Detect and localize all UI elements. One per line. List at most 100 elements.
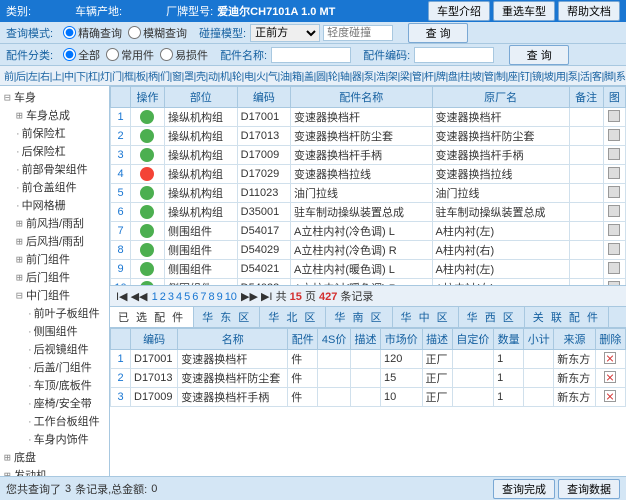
tree-node[interactable]: ·中网格栅 (2, 196, 107, 214)
col-header[interactable]: 来源 (554, 329, 596, 350)
page-number[interactable]: 8 (208, 291, 214, 303)
col-header[interactable]: 描述 (422, 329, 452, 350)
table-row[interactable]: 8侧围组件D54029A立柱内衬(冷色调) RA柱内衬(右) (111, 241, 626, 260)
page-number[interactable]: 4 (176, 291, 182, 303)
delete-icon[interactable] (604, 371, 616, 383)
image-icon[interactable] (608, 224, 620, 236)
tree-node[interactable]: ·车顶/底板件 (2, 376, 107, 394)
tree-node[interactable]: ·前仓盖组件 (2, 178, 107, 196)
col-header[interactable]: 部位 (164, 87, 237, 108)
tree-node[interactable]: ·前部骨架组件 (2, 160, 107, 178)
tag-filter-bar[interactable]: 前|后|左|右|上|中|下|杠|灯|门|框|板|柄|们|窗|罩|壳|动|机|轮|… (0, 66, 626, 86)
delete-icon[interactable] (604, 352, 616, 364)
btn-complete[interactable]: 查询完成 (493, 479, 555, 499)
tree-node[interactable]: ⊞后风挡/雨刮 (2, 232, 107, 250)
status-icon[interactable] (140, 129, 154, 143)
btn-intro[interactable]: 车型介绍 (428, 1, 490, 21)
status-icon[interactable] (140, 205, 154, 219)
tree-node[interactable]: ⊟车身 (2, 88, 107, 106)
image-icon[interactable] (608, 243, 620, 255)
col-header[interactable]: 删除 (595, 329, 625, 350)
category-tree[interactable]: ⊟车身⊞车身总成·前保险杠·后保险杠·前部骨架组件·前仓盖组件·中网格栅⊞前风挡… (0, 86, 110, 476)
col-header[interactable]: 自定价 (452, 329, 494, 350)
table-row[interactable]: 2操纵机构组D17013变速器换档杆防尘套变速器换挡杆防尘套 (111, 127, 626, 146)
image-icon[interactable] (608, 129, 620, 141)
input-partcode[interactable] (414, 47, 494, 63)
tree-node[interactable]: ·前保险杠 (2, 124, 107, 142)
status-icon[interactable] (140, 167, 154, 181)
radio-wear[interactable] (160, 48, 173, 61)
status-icon[interactable] (140, 224, 154, 238)
btn-help[interactable]: 帮助文档 (558, 1, 620, 21)
col-header[interactable]: 配件名称 (291, 87, 432, 108)
btn-querydata[interactable]: 查询数据 (558, 479, 620, 499)
col-header[interactable]: 原厂名 (432, 87, 569, 108)
page-number[interactable]: 9 (217, 291, 223, 303)
tab[interactable]: 已 选 配 件 (110, 307, 194, 327)
col-header[interactable]: 编码 (131, 329, 178, 350)
tab[interactable]: 华 北 区 (260, 307, 326, 327)
tree-node[interactable]: ⊞后门组件 (2, 268, 107, 286)
radio-common[interactable] (106, 48, 119, 61)
tree-node[interactable]: ⊞前风挡/雨刮 (2, 214, 107, 232)
col-header[interactable]: 市场价 (381, 329, 423, 350)
tree-node[interactable]: ·后视镜组件 (2, 340, 107, 358)
table-row[interactable]: 5操纵机构组D11023油门拉线油门拉线 (111, 184, 626, 203)
parts-grid[interactable]: 操作部位编码配件名称原厂名备注图1操纵机构组D17001变速器换档杆变速器换档杆… (110, 86, 626, 286)
tree-node[interactable]: ⊞车身总成 (2, 106, 107, 124)
page-number[interactable]: 7 (200, 291, 206, 303)
radio-all[interactable] (63, 48, 76, 61)
image-icon[interactable] (608, 186, 620, 198)
image-icon[interactable] (608, 148, 620, 160)
col-header[interactable] (111, 329, 131, 350)
col-header[interactable]: 图 (603, 87, 625, 108)
tree-node[interactable]: ·前叶子板组件 (2, 304, 107, 322)
col-header[interactable]: 描述 (350, 329, 380, 350)
page-number[interactable]: 6 (192, 291, 198, 303)
image-icon[interactable] (608, 167, 620, 179)
col-header[interactable]: 4S价 (318, 329, 351, 350)
status-icon[interactable] (140, 243, 154, 257)
col-header[interactable]: 编码 (237, 87, 290, 108)
page-number[interactable]: 2 (160, 291, 166, 303)
page-number[interactable]: 1 (152, 291, 158, 303)
page-number[interactable]: 3 (168, 291, 174, 303)
table-row[interactable]: 1操纵机构组D17001变速器换档杆变速器换档杆 (111, 108, 626, 127)
tree-node[interactable]: ·后保险杠 (2, 142, 107, 160)
btn-reselect[interactable]: 重选车型 (493, 1, 555, 21)
col-header[interactable]: 名称 (178, 329, 288, 350)
table-row[interactable]: 9侧围组件D54021A立柱内衬(暖色调) LA柱内衬(左) (111, 260, 626, 279)
tree-node[interactable]: ·侧围组件 (2, 322, 107, 340)
tree-node[interactable]: ⊞发动机 (2, 466, 107, 476)
image-icon[interactable] (608, 262, 620, 274)
tree-node[interactable]: ·座椅/安全带 (2, 394, 107, 412)
btn-query[interactable]: 查 询 (408, 23, 468, 43)
tree-node[interactable]: ⊞底盘 (2, 448, 107, 466)
status-icon[interactable] (140, 148, 154, 162)
pager[interactable]: I◀ ◀◀ 12345678910 ▶▶ ▶I 共 15 页 427 条记录 (110, 286, 626, 307)
table-row[interactable]: 1D17001变速器换档杆件120正厂1新东方 (111, 350, 626, 369)
col-header[interactable]: 操作 (131, 87, 165, 108)
selected-grid[interactable]: 编码名称配件4S价描述市场价描述自定价数量小计来源删除1D17001变速器换档杆… (110, 328, 626, 476)
table-row[interactable]: 6操纵机构组D35001驻车制动操纵装置总成驻车制动操纵装置总成 (111, 203, 626, 222)
page-number[interactable]: 10 (225, 291, 237, 303)
delete-icon[interactable] (604, 390, 616, 402)
tree-node[interactable]: ·工作台板组件 (2, 412, 107, 430)
tab[interactable]: 华 西 区 (459, 307, 525, 327)
image-icon[interactable] (608, 110, 620, 122)
col-header[interactable]: 数量 (494, 329, 524, 350)
tab[interactable]: 华 南 区 (326, 307, 392, 327)
input-collision-level[interactable] (323, 25, 393, 41)
select-collision[interactable]: 正前方 (250, 24, 320, 42)
page-number[interactable]: 5 (184, 291, 190, 303)
radio-fuzzy[interactable] (128, 26, 141, 39)
tree-node[interactable]: ⊞前门组件 (2, 250, 107, 268)
tab[interactable]: 华 东 区 (194, 307, 260, 327)
btn-query-2[interactable]: 查 询 (509, 45, 569, 65)
table-row[interactable]: 7侧围组件D54017A立柱内衬(冷色调) LA柱内衬(左) (111, 222, 626, 241)
table-row[interactable]: 3D17009变速器换档杆手柄件10正厂1新东方 (111, 388, 626, 407)
status-icon[interactable] (140, 110, 154, 124)
input-partname[interactable] (271, 47, 351, 63)
table-row[interactable]: 10侧围组件D54033A立柱内衬(暖色调) RA柱内衬(右) (111, 279, 626, 287)
radio-exact[interactable] (63, 26, 76, 39)
